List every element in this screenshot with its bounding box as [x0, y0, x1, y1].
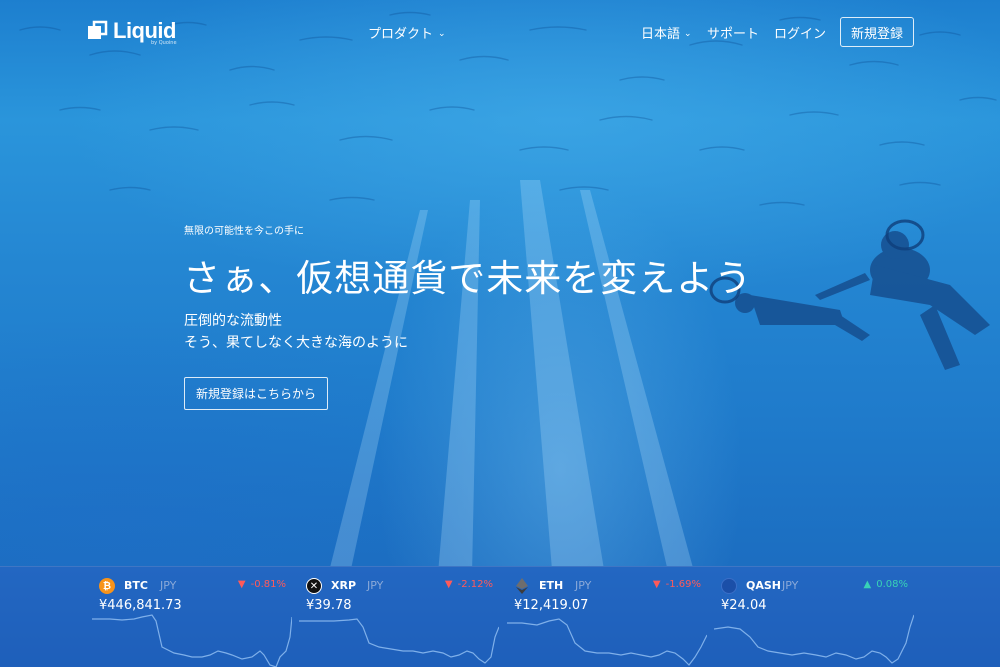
hero-tagline: 無限の可能性を今この手に: [184, 226, 304, 237]
nav-product-menu[interactable]: プロダクト ⌄: [368, 23, 446, 42]
xrp-sparkline: [299, 618, 499, 664]
coin-change-value: -0.81%: [250, 579, 286, 590]
coin-change: ▼ -2.12%: [445, 579, 493, 590]
triangle-down-icon: ▼: [652, 579, 661, 590]
coin-quote-currency: JPY: [367, 579, 384, 592]
coin-quote-currency: JPY: [782, 579, 799, 592]
triangle-up-icon: ▲: [863, 579, 872, 590]
coin-change: ▼ -0.81%: [238, 579, 286, 590]
coin-quote-currency: JPY: [575, 579, 592, 592]
hero-cta-label: 新規登録はこちらから: [195, 387, 316, 401]
coin-symbol: BTC: [124, 579, 148, 592]
coin-symbol: XRP: [331, 579, 357, 592]
coin-change: ▼ -1.69%: [653, 579, 701, 590]
nav-support-label: サポート: [707, 27, 760, 42]
coin-change-value: -2.12%: [457, 579, 493, 590]
bitcoin-icon: ₿: [99, 578, 115, 594]
nav-login-label: ログイン: [774, 27, 827, 42]
chevron-down-icon: ⌄: [438, 28, 446, 39]
coin-change: ▲ 0.08%: [864, 579, 908, 590]
liquid-logo-icon: [86, 20, 108, 42]
xrp-icon: ✕: [306, 578, 322, 594]
hero-signup-cta-button[interactable]: 新規登録はこちらから: [184, 377, 328, 410]
eth-sparkline: [507, 618, 707, 666]
price-ticker-bar: ₿ BTC JPY ▼ -0.81% ¥446,841.73 ✕ XRP JPY…: [0, 566, 1000, 667]
hero-subtitle-2: そう、果てしなく大きな海のように: [184, 335, 408, 351]
nav-language-menu[interactable]: 日本語 ⌄: [641, 23, 692, 42]
ticker-item-eth[interactable]: ETH JPY ▼ -1.69% ¥12,419.07: [507, 567, 707, 667]
chevron-down-icon: ⌄: [684, 28, 692, 39]
qash-icon: [721, 578, 737, 594]
ticker-item-qash[interactable]: QASH JPY ▲ 0.08% ¥24.04: [714, 567, 914, 667]
hero-headline: さぁ、仮想通貨で未来を変えよう: [183, 257, 753, 300]
hero-subtitle-1: 圧倒的な流動性: [184, 313, 282, 329]
coin-change-value: 0.08%: [876, 579, 908, 590]
header-signup-label: 新規登録: [850, 26, 903, 42]
ticker-item-xrp[interactable]: ✕ XRP JPY ▼ -2.12% ¥39.78: [299, 567, 499, 667]
nav-support-link[interactable]: サポート: [707, 23, 759, 42]
nav-language-label: 日本語: [641, 27, 681, 42]
nav-product-label: プロダクト: [368, 27, 434, 42]
triangle-down-icon: ▼: [237, 579, 246, 590]
qash-sparkline: [714, 614, 914, 664]
logo-subtext: by Quoine: [151, 40, 177, 46]
nav-login-link[interactable]: ログイン: [774, 23, 826, 42]
btc-sparkline: [92, 614, 292, 667]
triangle-down-icon: ▼: [444, 579, 453, 590]
coin-symbol: QASH: [746, 579, 781, 592]
coin-quote-currency: JPY: [160, 579, 177, 592]
header-signup-button[interactable]: 新規登録: [840, 17, 914, 47]
ethereum-icon: [514, 578, 530, 594]
coin-symbol: ETH: [539, 579, 564, 592]
coin-change-value: -1.69%: [665, 579, 701, 590]
ticker-item-btc[interactable]: ₿ BTC JPY ▼ -0.81% ¥446,841.73: [92, 567, 292, 667]
